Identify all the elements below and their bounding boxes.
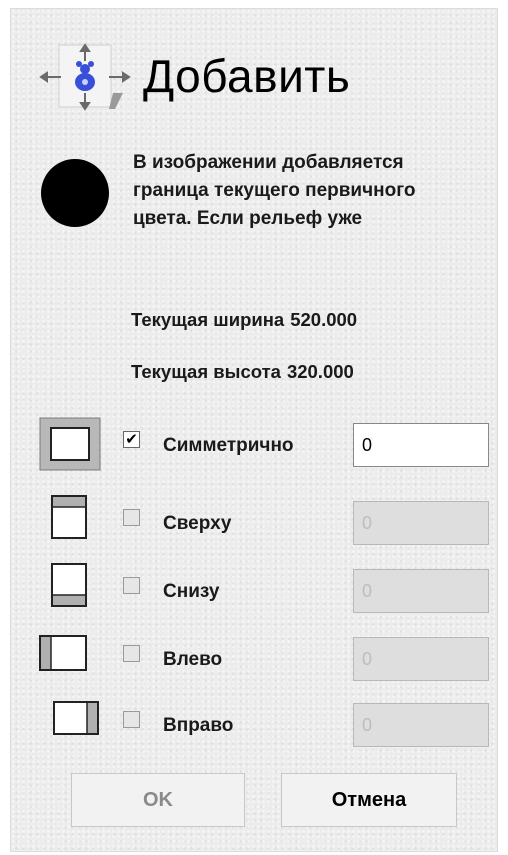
top-checkbox[interactable] [123,509,140,526]
current-height-label: Текущая высота [131,361,281,382]
option-row-top: Сверху [11,493,497,545]
current-height: Текущая высота 320.000 [131,361,354,383]
option-row-right: Вправо [11,695,497,747]
left-label: Влево [163,649,223,670]
border-top-icon[interactable] [51,495,87,539]
top-input[interactable] [353,501,489,545]
current-width-value: 520.000 [290,309,358,330]
right-label: Вправо [163,715,234,736]
right-input[interactable] [353,703,489,747]
option-row-bottom: Снизу [11,561,497,613]
bottom-checkbox[interactable] [123,577,140,594]
add-border-icon [39,43,131,111]
current-width: Текущая ширина 520.000 [131,309,357,331]
dialog-title: Добавить [143,50,351,102]
left-input[interactable] [353,637,489,681]
current-height-value: 320.000 [286,361,354,382]
cancel-button[interactable]: Отмена [281,773,457,827]
border-bottom-icon[interactable] [51,563,87,607]
border-right-icon[interactable] [53,701,99,735]
left-checkbox[interactable] [123,645,140,662]
current-width-label: Текущая ширина [131,309,285,330]
symmetric-label: Симметрично [163,435,294,456]
ok-button[interactable]: OK [71,773,245,827]
option-row-left: Влево [11,629,497,681]
option-row-symmetric: ✔ Симметрично [11,417,497,471]
right-checkbox[interactable] [123,711,140,728]
description-text: В изображении добавляется граница текуще… [133,152,416,229]
bottom-label: Снизу [163,581,220,602]
top-label: Сверху [163,513,232,534]
bottom-input[interactable] [353,569,489,613]
border-left-icon[interactable] [39,635,87,671]
symmetric-checkbox[interactable]: ✔ [123,431,140,448]
symmetric-input[interactable] [353,423,489,467]
primary-color-swatch [41,159,109,227]
border-all-icon[interactable] [39,417,101,471]
add-border-dialog: Добавить В изображении добавляется грани… [10,8,498,852]
